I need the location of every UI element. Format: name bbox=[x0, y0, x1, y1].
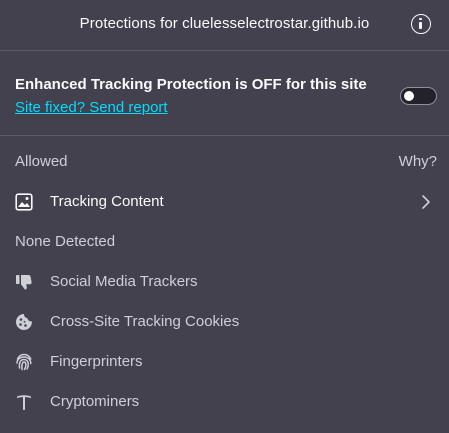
cryptominers-label: Cryptominers bbox=[50, 393, 140, 410]
cross-site-cookies-label: Cross-Site Tracking Cookies bbox=[50, 313, 240, 330]
etp-toggle-knob bbox=[404, 91, 414, 101]
why-link[interactable]: Why? bbox=[399, 153, 437, 170]
pickaxe-icon bbox=[17, 395, 31, 410]
info-icon[interactable] bbox=[411, 14, 431, 34]
allowed-section-label: Allowed bbox=[15, 153, 68, 170]
cookie-icon bbox=[16, 314, 32, 330]
panel-title: Protections for cluelesselectrostar.gith… bbox=[79, 15, 370, 32]
chevron-right-icon bbox=[422, 195, 430, 209]
social-media-trackers-label: Social Media Trackers bbox=[50, 273, 198, 290]
social-media-trackers-row: Social Media Trackers bbox=[0, 262, 449, 302]
image-icon bbox=[15, 193, 33, 211]
tracking-content-row[interactable]: Tracking Content bbox=[0, 182, 449, 222]
send-report-link[interactable]: Site fixed? Send report bbox=[15, 99, 168, 116]
etp-toggle[interactable] bbox=[400, 87, 437, 105]
info-icon-dot bbox=[419, 18, 422, 21]
info-icon-bar bbox=[419, 22, 422, 29]
cryptominers-row: Cryptominers bbox=[0, 382, 449, 422]
fingerprinters-row: Fingerprinters bbox=[0, 342, 449, 382]
thumbs-down-icon bbox=[16, 275, 32, 290]
fingerprinters-label: Fingerprinters bbox=[50, 353, 143, 370]
tracking-content-label: Tracking Content bbox=[50, 193, 164, 210]
cross-site-cookies-row: Cross-Site Tracking Cookies bbox=[0, 302, 449, 342]
etp-separator bbox=[0, 135, 449, 136]
panel-header: Protections for cluelesselectrostar.gith… bbox=[0, 0, 449, 50]
etp-status-text: Enhanced Tracking Protection is OFF for … bbox=[15, 76, 367, 93]
fingerprint-icon bbox=[16, 353, 32, 371]
header-separator bbox=[0, 50, 449, 51]
none-detected-section-label: None Detected bbox=[15, 233, 116, 250]
